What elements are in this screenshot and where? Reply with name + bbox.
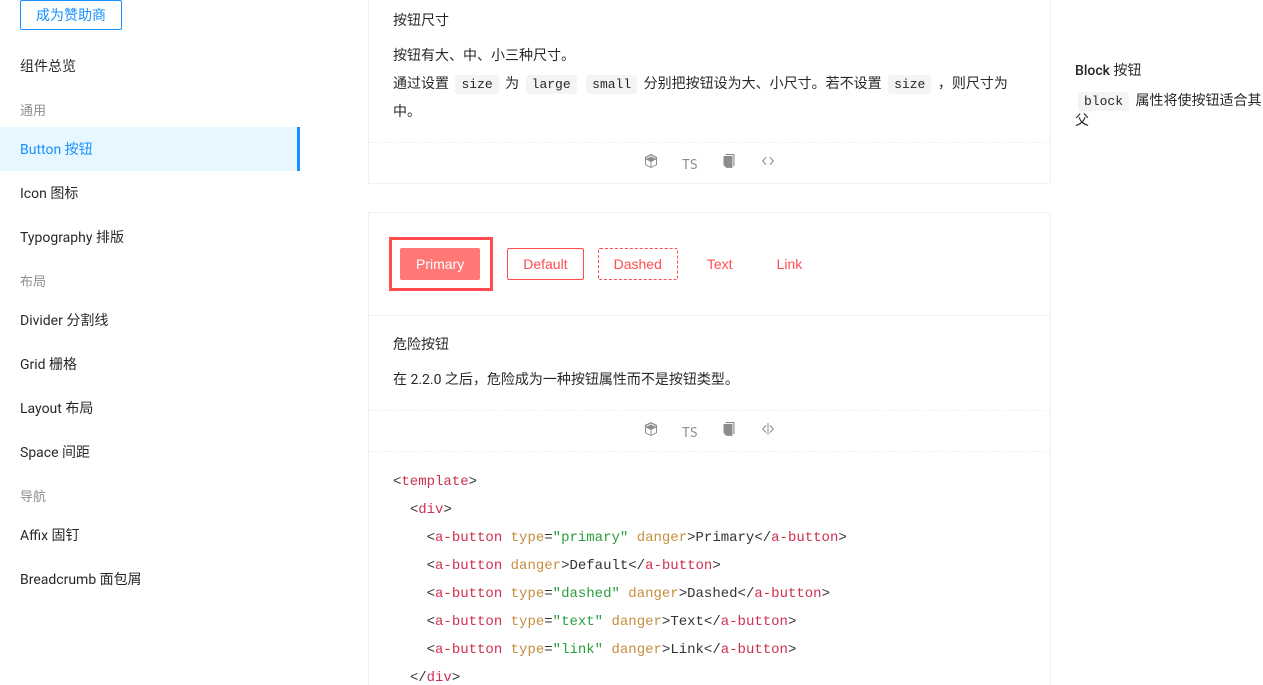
menu-item-typography[interactable]: Typography 排版 xyxy=(0,215,300,259)
code-tag: a-button xyxy=(771,530,838,546)
menu-item-layout[interactable]: Layout 布局 xyxy=(0,386,300,430)
danger-text-button[interactable]: Text xyxy=(692,248,748,280)
code-val: text xyxy=(561,614,595,630)
danger-link-button[interactable]: Link xyxy=(762,248,818,280)
code-text: Primary xyxy=(696,530,755,546)
ts-toggle[interactable]: TS xyxy=(682,426,698,441)
main-content: 按钮尺寸 按钮有大、中、小三种尺寸。 通过设置 size 为 large sma… xyxy=(300,0,1063,685)
code-tag: div xyxy=(427,670,452,685)
code-tag: a-button xyxy=(435,642,502,658)
danger-dashed-button[interactable]: Dashed xyxy=(598,248,678,280)
danger-card-title: 危险按钮 xyxy=(393,334,449,354)
expand-code-icon[interactable] xyxy=(760,153,776,169)
code-tag: a-button xyxy=(721,614,788,630)
danger-card-actions: TS xyxy=(369,410,1050,451)
size-para2-mid1: 为 xyxy=(502,76,523,92)
menu-group-layout: 布局 xyxy=(0,259,300,298)
sponsor-wrap: 成为赞助商 xyxy=(0,0,300,44)
danger-primary-button[interactable]: Primary xyxy=(400,248,480,280)
code-text: Dashed xyxy=(687,586,737,602)
menu-item-space[interactable]: Space 间距 xyxy=(0,430,300,474)
ts-toggle[interactable]: TS xyxy=(682,158,698,173)
code-attr: danger xyxy=(637,530,687,546)
code-tag: div xyxy=(418,502,443,518)
code-tag: a-button xyxy=(754,586,821,602)
code-attr: danger xyxy=(611,642,661,658)
menu-overview[interactable]: 组件总览 xyxy=(0,44,300,88)
danger-card-desc: 危险按钮 在 2.2.0 之后，危险成为一种按钮属性而不是按钮类型。 xyxy=(369,315,1050,410)
code-val: dashed xyxy=(561,586,611,602)
danger-demo-box: Primary Default Dashed Text Link xyxy=(369,213,1050,315)
code-tag: a-button xyxy=(721,642,788,658)
code-size2: size xyxy=(888,75,931,94)
menu-item-divider[interactable]: Divider 分割线 xyxy=(0,298,300,342)
code-tag: a-button xyxy=(435,614,502,630)
sponsor-button[interactable]: 成为赞助商 xyxy=(20,0,122,30)
code-tag: a-button xyxy=(435,586,502,602)
anchor-title[interactable]: Block 按钮 xyxy=(1075,60,1263,80)
code-tag: a-button xyxy=(435,530,502,546)
anchor-code: block xyxy=(1078,92,1129,111)
code-small: small xyxy=(586,75,637,94)
copy-icon[interactable] xyxy=(721,421,737,437)
sidebar: 成为赞助商 组件总览 通用 Button 按钮 Icon 图标 Typograp… xyxy=(0,0,300,685)
size-demo-card: 按钮尺寸 按钮有大、中、小三种尺寸。 通过设置 size 为 large sma… xyxy=(368,0,1051,184)
menu-item-icon[interactable]: Icon 图标 xyxy=(0,171,300,215)
size-card-desc: 按钮尺寸 按钮有大、中、小三种尺寸。 通过设置 size 为 large sma… xyxy=(369,0,1050,142)
menu-group-nav: 导航 xyxy=(0,474,300,513)
danger-card-para: 在 2.2.0 之后，危险成为一种按钮属性而不是按钮类型。 xyxy=(393,366,1026,394)
menu-item-affix[interactable]: Affix 固钉 xyxy=(0,513,300,557)
code-attr: type xyxy=(511,530,545,546)
code-attr: danger xyxy=(511,558,561,574)
anchor-nav: Block 按钮 block 属性将使按钮适合其父 xyxy=(1063,0,1263,685)
codesandbox-icon[interactable] xyxy=(643,153,659,169)
code-val: link xyxy=(561,642,595,658)
menu-item-breadcrumb[interactable]: Breadcrumb 面包屑 xyxy=(0,557,300,601)
code-size: size xyxy=(455,75,498,94)
menu-group-general: 通用 xyxy=(0,88,300,127)
code-val: primary xyxy=(561,530,620,546)
code-text: Text xyxy=(670,614,704,630)
anchor-text: block 属性将使按钮适合其父 xyxy=(1075,90,1263,130)
code-attr: danger xyxy=(611,614,661,630)
code-attr: type xyxy=(511,614,545,630)
collapse-code-icon[interactable] xyxy=(760,421,776,437)
size-para2-mid2: 分别把按钮设为大、小尺寸。若不设置 xyxy=(640,76,885,92)
danger-default-button[interactable]: Default xyxy=(507,248,583,280)
code-tag: template xyxy=(401,474,468,490)
code-tag: a-button xyxy=(435,558,502,574)
menu-item-button[interactable]: Button 按钮 xyxy=(0,127,300,171)
size-para2-prefix: 通过设置 xyxy=(393,76,452,92)
size-card-title: 按钮尺寸 xyxy=(393,10,449,30)
code-tag: a-button xyxy=(645,558,712,574)
code-text: Link xyxy=(670,642,704,658)
size-para1: 按钮有大、中、小三种尺寸。 xyxy=(393,42,1026,70)
danger-demo-card: Primary Default Dashed Text Link 危险按钮 在 … xyxy=(368,212,1051,685)
size-card-actions: TS xyxy=(369,142,1050,183)
code-large: large xyxy=(526,75,577,94)
menu-item-grid[interactable]: Grid 栅格 xyxy=(0,342,300,386)
danger-code-block: <template> <div> <a-button type="primary… xyxy=(369,451,1050,685)
code-attr: type xyxy=(511,586,545,602)
codesandbox-icon[interactable] xyxy=(643,421,659,437)
primary-highlight: Primary xyxy=(389,237,493,291)
code-attr: type xyxy=(511,642,545,658)
code-attr: danger xyxy=(628,586,678,602)
code-text: Default xyxy=(569,558,628,574)
size-para2: 通过设置 size 为 large small 分别把按钮设为大、小尺寸。若不设… xyxy=(393,70,1026,126)
copy-icon[interactable] xyxy=(721,153,737,169)
